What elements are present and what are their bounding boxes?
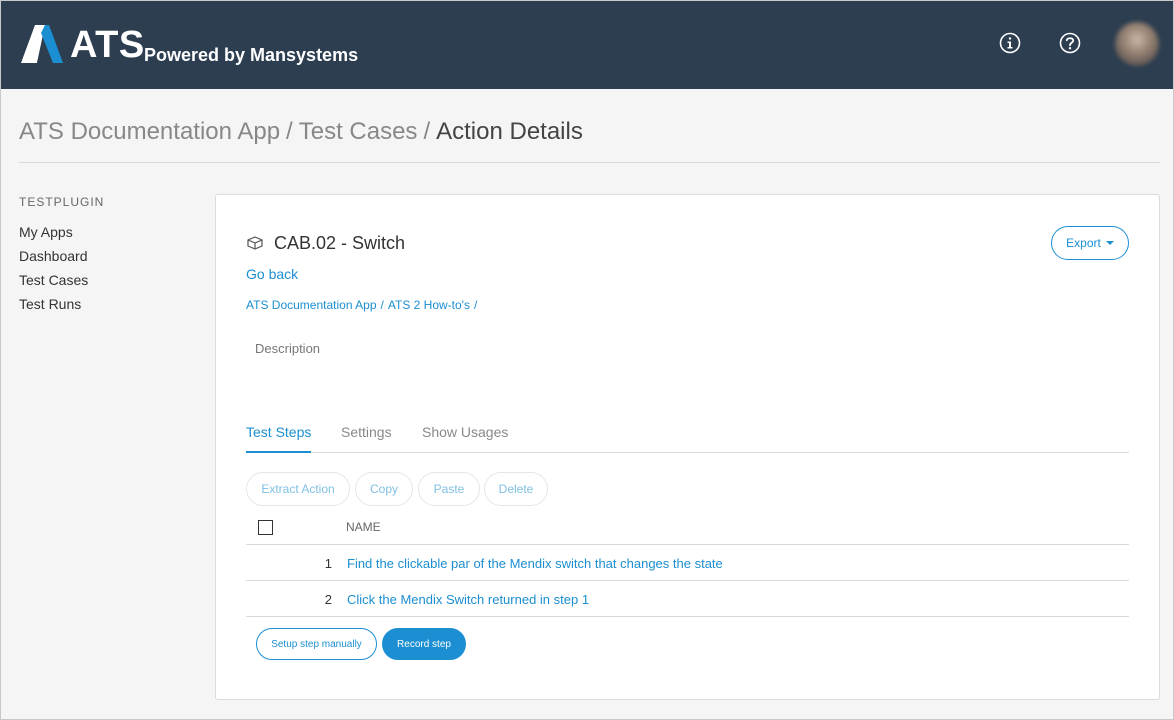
title-divider — [19, 162, 1160, 163]
sidebar-item-dashboard[interactable]: Dashboard — [19, 247, 199, 265]
breadcrumb-separator: / — [423, 118, 431, 145]
step-name-link[interactable]: Find the clickable par of the Mendix swi… — [347, 556, 723, 571]
ats-logo-icon — [21, 25, 63, 63]
top-bar: ATS Powered by Mansystems — [1, 1, 1173, 89]
record-step-button[interactable]: Record step — [382, 628, 466, 660]
table-row[interactable]: 2 Click the Mendix Switch returned in st… — [246, 581, 1129, 617]
sidebar-heading: TESTPLUGIN — [19, 195, 105, 209]
export-label: Export — [1066, 236, 1101, 250]
card-title: CAB.02 - Switch — [274, 233, 406, 253]
sidebar-item-test-cases[interactable]: Test Cases — [19, 271, 199, 289]
table-row[interactable]: 1 Find the clickable par of the Mendix s… — [246, 545, 1129, 581]
help-icon[interactable] — [1059, 32, 1081, 54]
page-breadcrumb: ATS Documentation App / Test Cases / Action … — [19, 117, 583, 147]
path-separator: / — [380, 298, 384, 312]
logo-text: ATS — [70, 24, 145, 66]
sidebar: TESTPLUGIN My Apps Dashboard Test Cases … — [19, 195, 199, 319]
breadcrumb-current: Action Details — [436, 118, 583, 145]
column-header-name: NAME — [346, 520, 381, 534]
go-back-link[interactable]: Go back — [246, 265, 298, 283]
setup-step-manually-button[interactable]: Setup step manually — [256, 628, 377, 660]
test-steps-table: NAME 1 Find the clickable par of the Men… — [246, 513, 1129, 617]
step-number: 2 — [324, 592, 332, 607]
tab-bar: Test Steps Settings Show Usages — [246, 423, 1129, 453]
user-avatar[interactable] — [1115, 22, 1159, 66]
logo-subtitle: Powered by Mansystems — [144, 45, 359, 65]
path-app-link[interactable]: ATS Documentation App — [246, 298, 377, 312]
tab-test-steps[interactable]: Test Steps — [246, 423, 312, 453]
action-details-card: CAB.02 - Switch Export Go back ATS Docum… — [215, 194, 1160, 700]
table-header: NAME — [246, 513, 1129, 545]
breadcrumb-test-cases[interactable]: Test Cases — [299, 118, 418, 145]
card-header: CAB.02 - Switch — [246, 233, 405, 253]
export-button[interactable]: Export — [1051, 226, 1129, 260]
copy-button[interactable]: Copy — [355, 472, 413, 506]
breadcrumb-separator: / — [286, 118, 293, 145]
description-label: Description — [255, 341, 321, 356]
extract-action-button[interactable]: Extract Action — [246, 472, 350, 506]
delete-button[interactable]: Delete — [484, 472, 548, 506]
step-number: 1 — [324, 556, 332, 571]
sidebar-item-test-runs[interactable]: Test Runs — [19, 295, 199, 313]
select-all-checkbox[interactable] — [258, 520, 273, 535]
tab-settings[interactable]: Settings — [341, 423, 392, 451]
step-name-link[interactable]: Click the Mendix Switch returned in step… — [347, 592, 589, 607]
tab-show-usages[interactable]: Show Usages — [422, 423, 508, 451]
path-separator: / — [473, 298, 478, 312]
paste-button[interactable]: Paste — [418, 472, 480, 506]
info-icon[interactable] — [999, 32, 1021, 54]
sidebar-item-my-apps[interactable]: My Apps — [19, 223, 199, 241]
card-path: ATS Documentation App / ATS 2 How-to's / — [246, 298, 481, 312]
cube-icon — [247, 236, 263, 250]
caret-down-icon — [1105, 241, 1114, 245]
path-folder-link[interactable]: ATS 2 How-to's — [388, 298, 470, 312]
breadcrumb-app[interactable]: ATS Documentation App — [19, 118, 280, 145]
